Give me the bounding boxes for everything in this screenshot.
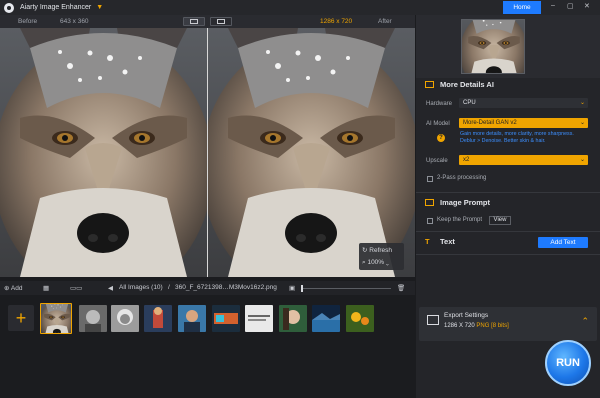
export-bits: [8 bits]: [491, 323, 509, 329]
export-details: 1286 X 720 PNG [8 bits]: [444, 323, 509, 329]
thumbnail-einstein[interactable]: [111, 305, 139, 332]
divider: [416, 192, 600, 193]
chevron-down-icon: ⌄: [579, 120, 585, 126]
add-label: Add: [10, 285, 23, 292]
back-arrow-icon[interactable]: ◀: [108, 284, 113, 292]
hardware-select[interactable]: CPU ⌄: [459, 98, 588, 108]
maximize-icon[interactable]: ▢: [567, 2, 574, 10]
zoom-slider[interactable]: [301, 288, 391, 289]
before-label: Before: [18, 18, 38, 25]
upscale-label: Upscale: [426, 158, 448, 164]
keep-prompt-label: Keep the Prompt: [437, 217, 483, 223]
ai-model-description-1: Gain more details, more clarity, more sh…: [460, 131, 574, 137]
more-details-title: More Details AI: [440, 80, 494, 89]
divider: [416, 231, 600, 232]
export-title: Export Settings: [444, 312, 489, 319]
refresh-label: Refresh: [369, 247, 393, 254]
all-images-link[interactable]: All Images (10): [119, 284, 163, 291]
navigator-preview: [416, 15, 600, 78]
after-resolution: 1286 x 720: [320, 18, 353, 25]
grid-view-icon[interactable]: ▦: [43, 284, 49, 292]
compare-header: Before 643 x 360 1286 x 720 After: [0, 15, 415, 28]
two-pass-label: 2-Pass processing: [437, 175, 487, 181]
add-button[interactable]: ⊕ Add: [4, 284, 22, 292]
thumbnail-man[interactable]: [178, 305, 206, 332]
preview-controls: ↻ Refresh ⌕ 100% ⌄: [359, 243, 404, 270]
after-label: After: [378, 18, 392, 25]
thumbnail-woman[interactable]: [279, 305, 307, 332]
keep-prompt-checkbox[interactable]: [427, 218, 433, 224]
image-toolbar: ⊕ Add ▦ ▭▭ ◀ All Images (10) / 360_F_672…: [0, 281, 415, 295]
chevron-down-icon: ⌄: [579, 100, 585, 106]
before-resolution: 643 x 360: [60, 18, 89, 25]
export-resolution: 1286 X 720: [444, 323, 475, 329]
chevron-down-icon: ⌄: [579, 157, 585, 163]
zoom-label: 100%: [367, 259, 385, 266]
compare-side-icon[interactable]: [210, 17, 232, 26]
thumbnail-document[interactable]: [245, 305, 273, 332]
thumbnail-flowers[interactable]: [346, 305, 374, 332]
ai-model-value: More-Detail GAN v2: [463, 120, 517, 126]
thumbnail-portrait[interactable]: [79, 305, 107, 332]
thumbnail-game-banner[interactable]: [212, 305, 240, 332]
ai-model-select[interactable]: More-Detail GAN v2 ⌄: [459, 118, 588, 128]
export-icon: [427, 315, 439, 325]
image-prompt-title: Image Prompt: [440, 198, 491, 207]
hardware-label: Hardware: [426, 101, 453, 107]
thumbnail-landscape[interactable]: [312, 305, 340, 332]
two-pass-checkbox[interactable]: [427, 176, 433, 182]
ai-model-label: AI Model: [426, 121, 450, 127]
zoom-select[interactable]: ⌕ 100% ⌄: [362, 259, 389, 267]
navigator-thumbnail[interactable]: [461, 19, 525, 74]
after-image: [208, 28, 415, 277]
text-title: Text: [440, 237, 455, 246]
help-icon[interactable]: ?: [437, 134, 445, 142]
upscale-select[interactable]: x2 ⌄: [459, 155, 588, 165]
app-logo-icon: [4, 2, 14, 13]
minimize-icon[interactable]: –: [551, 2, 555, 9]
ai-model-description-2: Deblur > Denoise. Better skin & hair.: [460, 138, 546, 144]
text-icon: T: [425, 237, 430, 246]
plus-icon[interactable]: +: [8, 305, 34, 331]
path-separator: /: [168, 284, 170, 291]
image-icon: ▣: [289, 285, 296, 292]
file-name: 360_F_6721398…M3Mov16z2.png: [175, 284, 277, 291]
divider: [416, 254, 600, 255]
hardware-value: CPU: [463, 100, 476, 106]
run-button[interactable]: RUN: [545, 340, 591, 386]
image-compare-area[interactable]: [0, 28, 415, 277]
home-button[interactable]: Home: [503, 1, 541, 14]
export-settings[interactable]: Export Settings 1286 X 720 PNG [8 bits] …: [419, 307, 597, 341]
chip-icon: [425, 81, 434, 88]
close-icon[interactable]: ✕: [584, 2, 590, 10]
before-image: [0, 28, 207, 277]
app-title: Aiarty Image Enhancer: [20, 4, 92, 11]
chevron-up-icon[interactable]: ⌃: [581, 316, 589, 327]
zoom-slider-handle[interactable]: [301, 285, 303, 292]
prompt-icon: [425, 199, 434, 206]
view-prompt-button[interactable]: View: [489, 216, 511, 225]
thumbnail-wolf[interactable]: [40, 303, 72, 334]
compare-split-icon[interactable]: [183, 17, 205, 26]
film-view-icon[interactable]: ▭▭: [70, 284, 82, 292]
upscale-value: x2: [463, 157, 470, 163]
title-bar: Aiarty Image Enhancer ▼ Home – ▢ ✕: [0, 0, 600, 15]
export-format: PNG: [476, 323, 490, 329]
chevron-down-icon[interactable]: ▼: [96, 4, 103, 11]
add-text-button[interactable]: Add Text: [538, 237, 588, 248]
refresh-button[interactable]: ↻ Refresh: [362, 246, 392, 254]
trash-icon[interactable]: 🗑: [397, 284, 405, 292]
thumbnail-strip: +: [0, 298, 415, 398]
thumbnail-figurine[interactable]: [144, 305, 172, 332]
